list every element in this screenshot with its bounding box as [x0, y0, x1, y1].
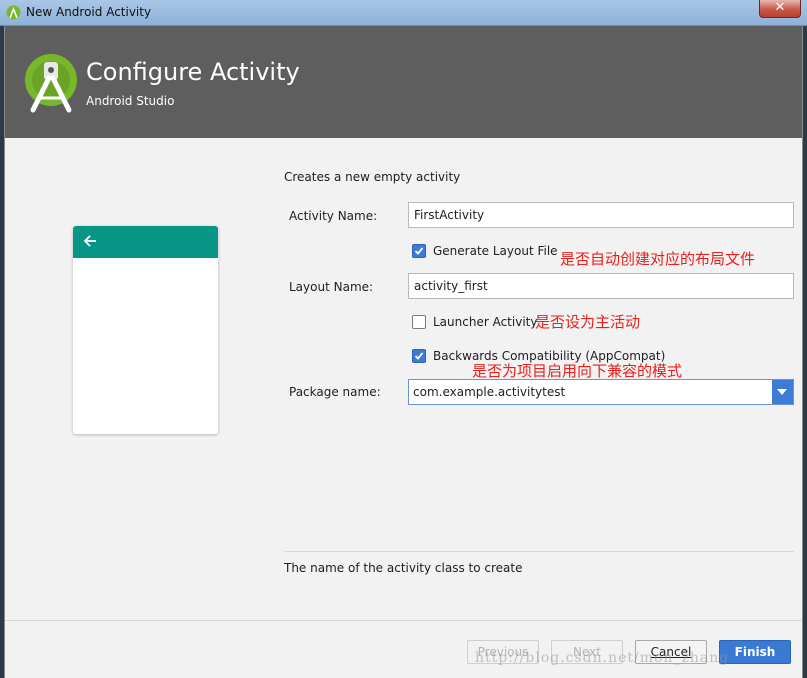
dropdown-button[interactable]: [772, 380, 793, 404]
launcher-activity-checkbox[interactable]: [412, 315, 426, 329]
backwards-compat-annotation: 是否为项目启用向下兼容的模式: [472, 362, 683, 380]
activity-name-label: Activity Name:: [289, 209, 378, 223]
header-banner: Configure Activity Android Studio: [5, 26, 802, 138]
layout-name-label: Layout Name:: [289, 280, 374, 294]
checkmark-icon: [414, 352, 424, 360]
layout-name-input[interactable]: activity_first: [408, 273, 794, 299]
dialog-body: Configure Activity Android Studio Create…: [4, 26, 803, 678]
finish-button[interactable]: Finish: [719, 640, 791, 664]
footer-divider: [5, 620, 802, 621]
field-hint: The name of the activity class to create: [284, 561, 523, 575]
package-name-value: com.example.activitytest: [413, 385, 566, 399]
preview-app-bar: [73, 226, 218, 258]
window-title: New Android Activity: [26, 5, 152, 19]
checkmark-icon: [414, 247, 424, 255]
generate-layout-checkbox[interactable]: [412, 244, 426, 258]
chevron-down-icon: [777, 389, 787, 395]
package-name-label: Package name:: [289, 385, 381, 399]
launcher-activity-label: Launcher Activity: [433, 315, 538, 329]
generate-layout-label: Generate Layout File: [433, 244, 558, 258]
close-button[interactable]: ✕: [759, 0, 801, 18]
android-studio-icon: [6, 5, 21, 20]
page-subtitle: Android Studio: [86, 94, 175, 108]
package-name-combobox[interactable]: com.example.activitytest: [408, 379, 794, 405]
android-studio-logo-icon: [25, 54, 77, 113]
activity-name-input[interactable]: FirstActivity: [408, 202, 794, 228]
backwards-compat-checkbox[interactable]: [412, 349, 426, 363]
title-bar: New Android Activity ✕: [0, 0, 807, 26]
launcher-activity-annotation: 是否设为主活动: [535, 313, 641, 331]
back-arrow-icon: [83, 235, 96, 247]
template-description: Creates a new empty activity: [284, 170, 461, 184]
watermark: http://blog.csdn.net/mon_zhang: [475, 650, 730, 666]
generate-layout-annotation: 是否自动创建对应的布局文件: [560, 250, 756, 268]
divider: [284, 551, 794, 552]
activity-preview: [73, 226, 218, 434]
page-title: Configure Activity: [86, 58, 300, 86]
